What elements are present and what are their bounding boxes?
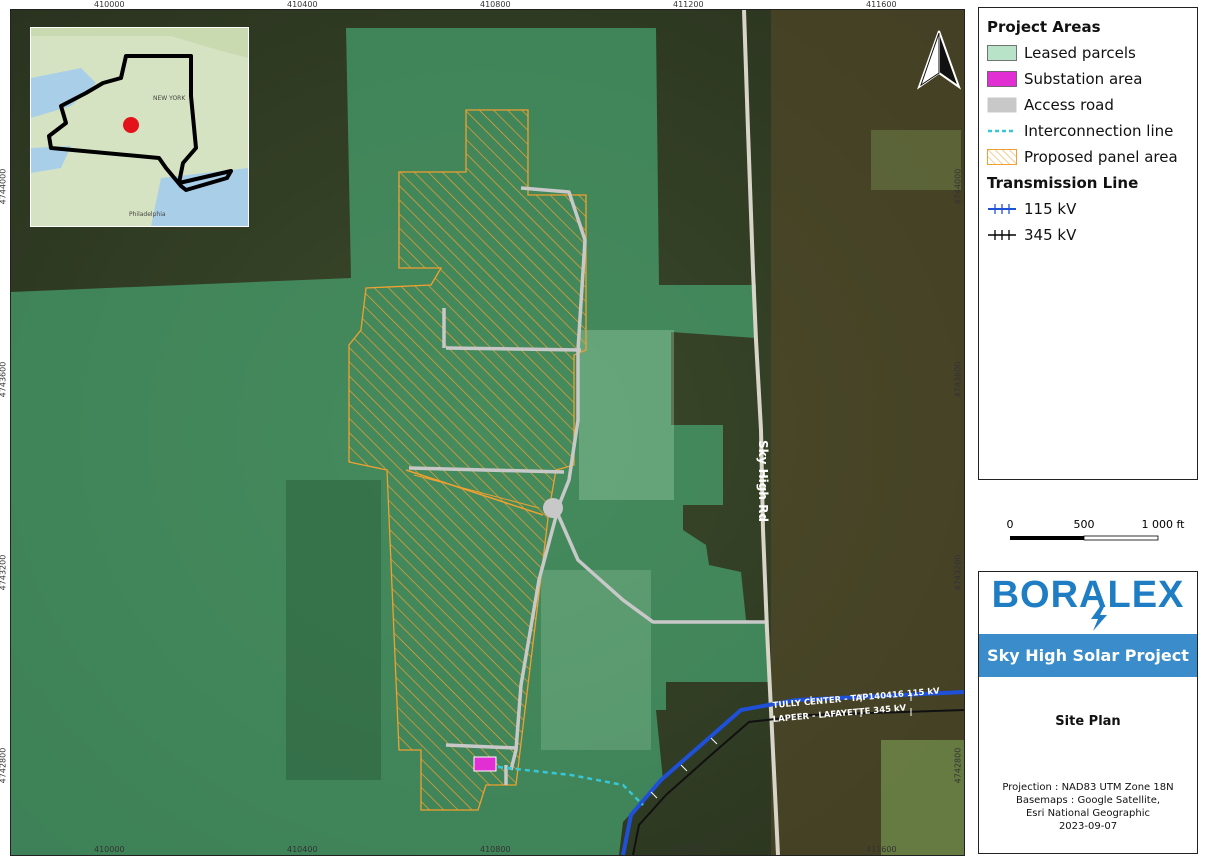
northing-tick-right: 4744000 bbox=[953, 168, 963, 205]
legend-item-345kv: 345 kV bbox=[987, 222, 1197, 248]
northing-tick-left: 4743600 bbox=[0, 361, 8, 398]
projection-text: Projection : NAD83 UTM Zone 18N bbox=[1002, 782, 1174, 793]
scale-label-1000: 1 000 ft bbox=[1142, 518, 1186, 531]
scale-bar: 0 500 1 000 ft bbox=[1000, 516, 1200, 550]
north-arrow-icon bbox=[917, 30, 961, 90]
legend-label: Substation area bbox=[1024, 70, 1143, 88]
northing-tick-left: 4743200 bbox=[0, 554, 8, 591]
easting-tick-bottom: 411200 bbox=[673, 845, 704, 854]
dark-wood bbox=[286, 480, 381, 780]
field-east bbox=[871, 130, 961, 190]
leased-parcels-swatch bbox=[987, 45, 1017, 61]
easting-tick-top: 411600 bbox=[866, 0, 897, 9]
project-name: Sky High Solar Project bbox=[979, 634, 1197, 677]
lightning-bolt-icon bbox=[1091, 605, 1107, 631]
northing-tick-left: 4742800 bbox=[0, 747, 8, 784]
scale-label-0: 0 bbox=[1007, 518, 1014, 531]
legend-label: Leased parcels bbox=[1024, 44, 1136, 62]
inset-locator-map: NEW YORK Philadelphia bbox=[30, 27, 249, 227]
light-field bbox=[541, 570, 651, 750]
easting-tick-bottom: 410400 bbox=[287, 845, 318, 854]
light-field bbox=[579, 330, 674, 500]
legend-label: Proposed panel area bbox=[1024, 148, 1178, 166]
legend-item-substation: Substation area bbox=[987, 66, 1197, 92]
projection-info: Projection : NAD83 UTM Zone 18N Basemaps… bbox=[979, 781, 1197, 833]
line-345kv-swatch bbox=[988, 230, 1016, 240]
project-location-dot bbox=[123, 117, 139, 133]
easting-tick-top: 410800 bbox=[480, 0, 511, 9]
inset-label-state: NEW YORK bbox=[153, 95, 186, 102]
legend-label: Access road bbox=[1024, 96, 1114, 114]
date-text: 2023-09-07 bbox=[1058, 821, 1118, 832]
easting-tick-top: 411200 bbox=[673, 0, 704, 9]
scale-label-500: 500 bbox=[1074, 518, 1095, 531]
legend-heading-project-areas: Project Areas bbox=[987, 18, 1101, 36]
line-115kv-swatch bbox=[988, 204, 1016, 214]
northing-tick-right: 4742800 bbox=[953, 747, 963, 784]
map-title: Site Plan bbox=[1055, 714, 1121, 729]
legend-label: 115 kV bbox=[1024, 200, 1077, 218]
panel-area-swatch bbox=[987, 149, 1017, 165]
legend-item-leased-parcels: Leased parcels bbox=[987, 40, 1197, 66]
title-block: BORALEX Sky High Solar Project Site Plan… bbox=[978, 571, 1198, 854]
northing-tick-left: 4744000 bbox=[0, 168, 8, 205]
legend-item-interconnection: Interconnection line bbox=[987, 118, 1197, 144]
access-road-swatch bbox=[987, 97, 1017, 113]
field-southeast bbox=[881, 740, 964, 855]
northing-tick-right: 4743600 bbox=[953, 361, 963, 398]
substation-swatch bbox=[987, 71, 1017, 87]
easting-tick-top: 410000 bbox=[94, 0, 125, 9]
easting-tick-bottom: 410000 bbox=[94, 845, 125, 854]
map-view[interactable]: Sky High Rd TULLY CENTER - TAP140416 115… bbox=[10, 9, 965, 856]
legend-item-access-road: Access road bbox=[987, 92, 1197, 118]
inset-label-city: Philadelphia bbox=[129, 211, 166, 218]
road-turnaround bbox=[543, 498, 563, 518]
substation-area[interactable] bbox=[473, 756, 497, 772]
basemaps-text: Basemaps : Google Satellite, bbox=[1015, 795, 1161, 806]
road-label: Sky High Rd bbox=[756, 440, 770, 522]
legend-label: Interconnection line bbox=[1024, 122, 1174, 140]
legend-heading-transmission: Transmission Line bbox=[987, 174, 1139, 192]
legend-item-panel-area: Proposed panel area bbox=[987, 144, 1197, 170]
basemaps-text-2: Esri National Geographic bbox=[1025, 808, 1150, 819]
easting-tick-bottom: 411600 bbox=[866, 845, 897, 854]
legend-label: 345 kV bbox=[1024, 226, 1077, 244]
easting-tick-bottom: 410800 bbox=[480, 845, 511, 854]
interconnection-swatch bbox=[988, 129, 1016, 133]
legend-item-115kv: 115 kV bbox=[987, 196, 1197, 222]
legend-panel: Project Areas Leased parcels Substation … bbox=[978, 7, 1198, 480]
easting-tick-top: 410400 bbox=[287, 0, 318, 9]
northing-tick-right: 4743200 bbox=[953, 554, 963, 591]
